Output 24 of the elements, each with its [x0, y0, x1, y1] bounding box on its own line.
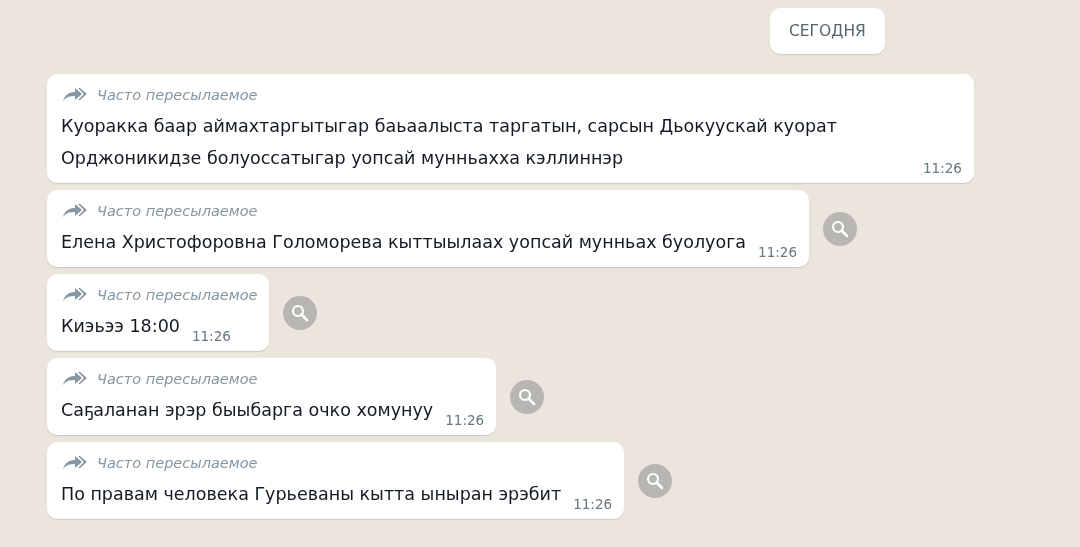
forwarded-label: Часто пересылаемое [97, 371, 258, 387]
forwarded-label: Часто пересылаемое [97, 287, 258, 303]
search-icon [831, 219, 849, 238]
message-text: Елена Христофоровна Голоморева кыттыылаах уопсай мунньах буолуога [61, 231, 747, 254]
search-button[interactable] [283, 295, 318, 330]
message-time: 11:26 [573, 496, 613, 512]
message-text: Саҕаланан эрэр быыбарга очко хомунуу [61, 399, 434, 422]
message-time: 11:26 [758, 244, 797, 260]
message-time: 11:26 [923, 160, 962, 176]
forwarded-label: Часто пересылаемое [97, 87, 258, 103]
search-button[interactable] [638, 463, 673, 498]
search-icon [291, 303, 310, 322]
search-button[interactable] [510, 379, 545, 414]
message-text: Киэьээ 18:00 [61, 315, 180, 338]
message-text: По правам человека Гурьеваны кытта ыныран эрэбит [61, 483, 562, 506]
message-time: 11:26 [191, 328, 231, 344]
message-time: 11:26 [445, 412, 485, 428]
forwarded-label: Часто пересылаемое [97, 203, 258, 219]
date-chip: СЕГОДНЯ [770, 8, 885, 54]
forwarded-label: Часто пересылаемое [97, 455, 258, 471]
search-icon [646, 471, 665, 490]
search-icon [518, 387, 537, 406]
message-text: Куоракка баар аймахтаргытыгар баьаалыста таргатын, сарсын Дьокуускай куорат Орджоникидзе болуоссатыгар уопсай мунньахха кэллиннэр [61, 115, 838, 170]
search-button[interactable] [823, 211, 857, 246]
